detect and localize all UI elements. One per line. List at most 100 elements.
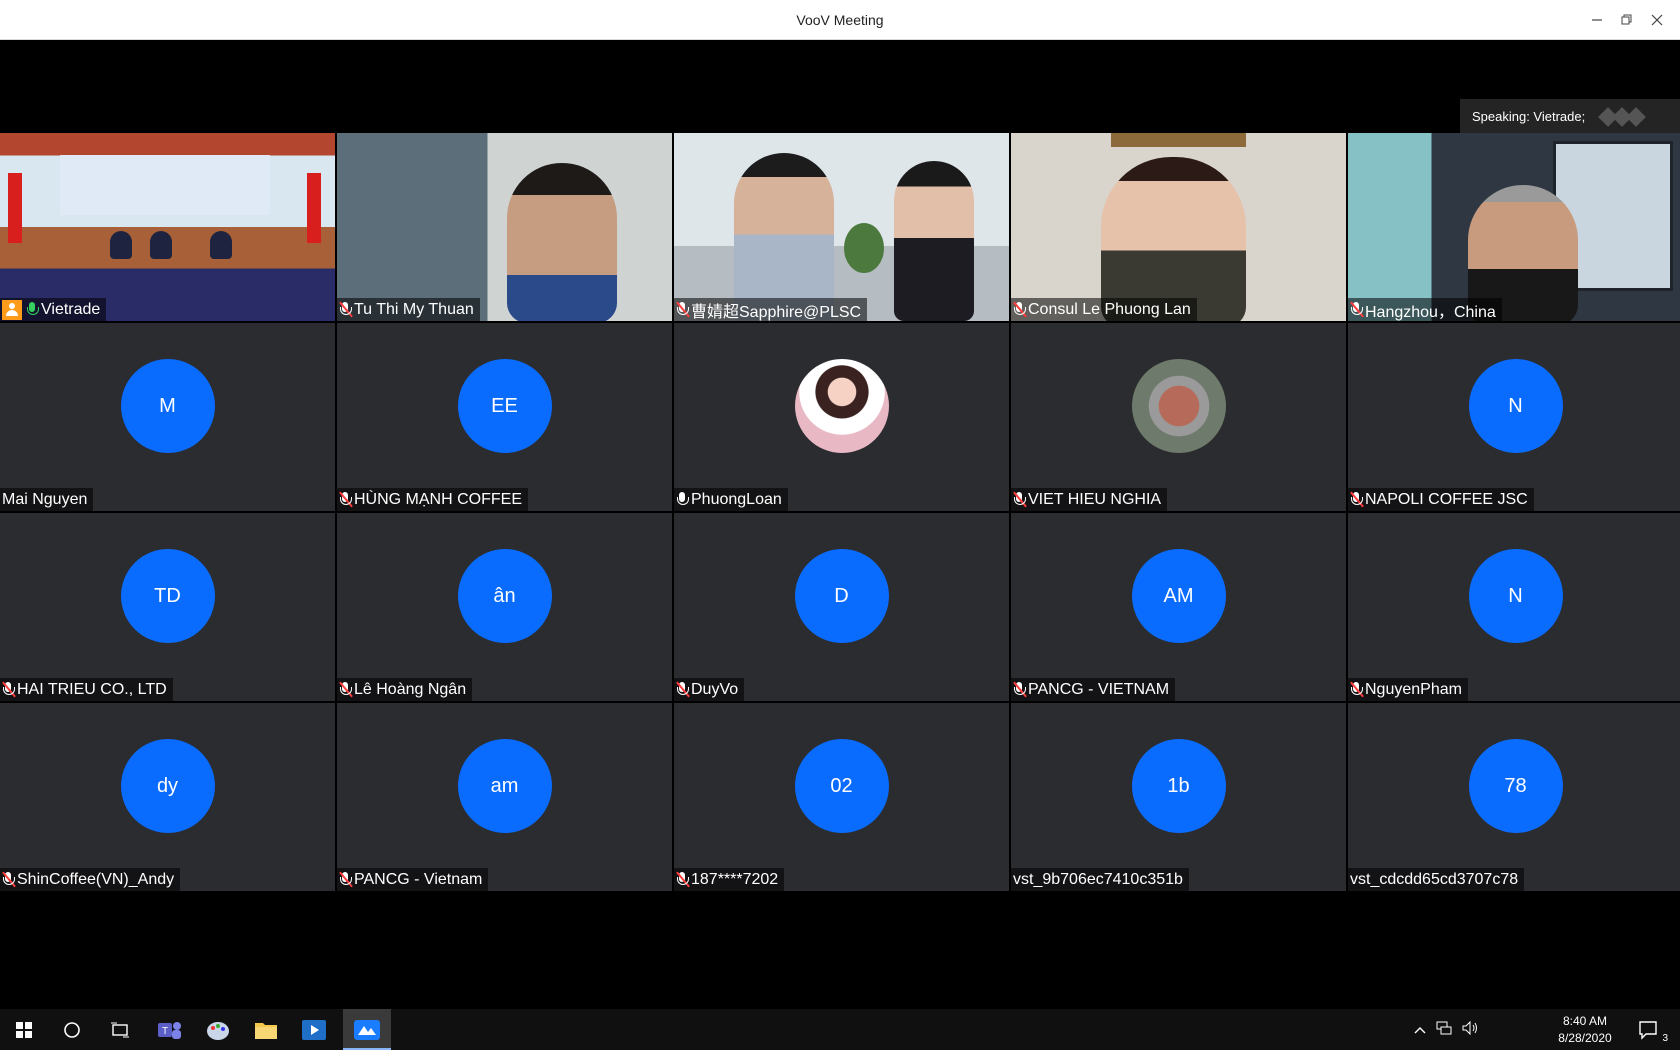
participant-name: ShinCoffee(VN)_Andy [17, 870, 175, 888]
participant-name: Mai Nguyen [2, 490, 88, 508]
mic-muted-icon [339, 491, 353, 508]
participant-tile[interactable]: D DuyVo [674, 513, 1009, 701]
mic-muted-icon [339, 301, 353, 318]
start-icon [16, 1021, 32, 1038]
teams-icon: T [158, 1021, 181, 1039]
host-icon [2, 299, 22, 320]
avatar: D [794, 549, 889, 643]
participant-name: Lê Hoàng Ngân [354, 680, 467, 698]
participant-tile[interactable]: Hangzhou，China [1348, 133, 1680, 321]
svg-text:T: T [162, 1026, 168, 1037]
participant-name: NAPOLI COFFEE JSC [1365, 490, 1528, 508]
minimize-icon [1592, 19, 1602, 21]
participant-name: vst_cdcdd65cd3707c78 [1350, 870, 1519, 888]
avatar: TD [120, 549, 215, 643]
participant-tile[interactable]: Consul Le Phuong Lan [1011, 133, 1346, 321]
mic-muted-icon [1350, 491, 1364, 508]
participant-tile[interactable]: dy ShinCoffee(VN)_Andy [0, 703, 335, 891]
clock-time: 8:40 AM [1562, 1014, 1608, 1028]
close-button[interactable] [1642, 0, 1672, 40]
avatar: N [1468, 549, 1563, 643]
avatar: 1b [1131, 739, 1226, 833]
paint-app[interactable] [194, 1009, 242, 1050]
minimize-button[interactable] [1582, 0, 1612, 40]
participant-name-bar: Tu Thi My Thuan [337, 298, 480, 321]
mic-muted-icon [1013, 301, 1027, 318]
action-center-button[interactable]: 3 [1626, 1009, 1674, 1050]
close-icon [1651, 14, 1663, 26]
participant-name-bar: PANCG - VIETNAM [1011, 678, 1176, 701]
volume-button[interactable] [1462, 1020, 1480, 1038]
participant-tile[interactable]: AM PANCG - VIETNAM [1011, 513, 1346, 701]
speaking-label: Speaking: Vietrade; [1472, 109, 1586, 124]
speaker-wave-icon [1598, 106, 1647, 127]
participant-name-bar: vst_cdcdd65cd3707c78 [1348, 868, 1525, 891]
mic-muted-icon [676, 301, 690, 318]
system-tray [1414, 1009, 1480, 1050]
participant-video [0, 133, 335, 321]
avatar: EE [457, 359, 552, 453]
paint-icon [207, 1021, 229, 1040]
participant-name: PhuongLoan [691, 490, 782, 508]
participant-tile[interactable]: M Mai Nguyen [0, 323, 335, 511]
mic-muted-icon [676, 871, 690, 888]
participant-name: VIET HIEU NGHIA [1028, 490, 1162, 508]
network-button[interactable] [1436, 1021, 1452, 1038]
participant-name: PANCG - VIETNAM [1028, 680, 1170, 698]
participant-tile[interactable]: Tu Thi My Thuan [337, 133, 672, 321]
participant-name-bar: NguyenPham [1348, 678, 1468, 701]
participant-tile[interactable]: ân Lê Hoàng Ngân [337, 513, 672, 701]
restore-button[interactable] [1612, 0, 1642, 40]
chevron-up-icon [1414, 1026, 1426, 1033]
participant-tile[interactable]: N NAPOLI COFFEE JSC [1348, 323, 1680, 511]
mic-muted-icon [1013, 491, 1027, 508]
participant-tile[interactable]: PhuongLoan [674, 323, 1009, 511]
participant-grid: Vietrade Tu Thi My Thuan 曹婧超Sapphire@PLSC C… [0, 133, 1680, 891]
mic-muted-icon [1013, 681, 1027, 698]
participant-tile[interactable]: Vietrade [0, 133, 335, 321]
participant-tile[interactable]: VIET HIEU NGHIA [1011, 323, 1346, 511]
participant-tile[interactable]: EE HÙNG MẠNH COFFEE [337, 323, 672, 511]
participant-name: Hangzhou，China [1365, 303, 1496, 321]
media-player-app[interactable] [290, 1009, 338, 1050]
participant-tile[interactable]: 曹婧超Sapphire@PLSC [674, 133, 1009, 321]
participant-tile[interactable]: 78 vst_cdcdd65cd3707c78 [1348, 703, 1680, 891]
file-explorer-app[interactable] [242, 1009, 290, 1050]
participant-name: vst_9b706ec7410c351b [1013, 870, 1183, 888]
start-button[interactable] [0, 1009, 48, 1050]
avatar-photo [1131, 359, 1226, 453]
mic-muted-icon [2, 681, 16, 698]
meeting-stage: Speaking: Vietrade; Vietrade Tu Thi My Th… [0, 40, 1680, 1009]
voov-meeting-app[interactable] [343, 1009, 391, 1050]
participant-tile[interactable]: TD HAI TRIEU CO., LTD [0, 513, 335, 701]
participant-name-bar: HAI TRIEU CO., LTD [0, 678, 173, 701]
participant-video [337, 133, 672, 321]
task-view-button[interactable] [96, 1009, 144, 1050]
participant-name: PANCG - Vietnam [354, 870, 483, 888]
avatar-photo [794, 359, 889, 453]
taskbar-clock[interactable]: 8:40 AM 8/28/2020 [1550, 1013, 1620, 1047]
mic-muted-icon [339, 871, 353, 888]
participant-name-bar: 187****7202 [674, 868, 785, 891]
title-bar: VooV Meeting [0, 0, 1680, 40]
participant-name: HAI TRIEU CO., LTD [17, 680, 167, 698]
show-hidden-icons-button[interactable] [1414, 1023, 1426, 1037]
participant-tile[interactable]: N NguyenPham [1348, 513, 1680, 701]
participant-name: 187****7202 [691, 870, 779, 888]
cortana-button[interactable] [48, 1009, 96, 1050]
participant-name-bar: NAPOLI COFFEE JSC [1348, 488, 1534, 511]
participant-video [1011, 133, 1346, 321]
participant-video [674, 133, 1009, 321]
notification-count: 3 [1662, 1033, 1668, 1044]
task-view-icon [111, 1022, 129, 1037]
teams-app[interactable]: T [146, 1009, 194, 1050]
avatar: M [120, 359, 215, 453]
file-explorer-icon [255, 1022, 277, 1039]
network-icon [1436, 1021, 1452, 1035]
volume-icon [1462, 1020, 1477, 1036]
participant-tile[interactable]: 02 187****7202 [674, 703, 1009, 891]
mic-icon [676, 491, 689, 508]
participant-tile[interactable]: 1b vst_9b706ec7410c351b [1011, 703, 1346, 891]
participant-tile[interactable]: am PANCG - Vietnam [337, 703, 672, 891]
mic-muted-icon [339, 681, 353, 698]
